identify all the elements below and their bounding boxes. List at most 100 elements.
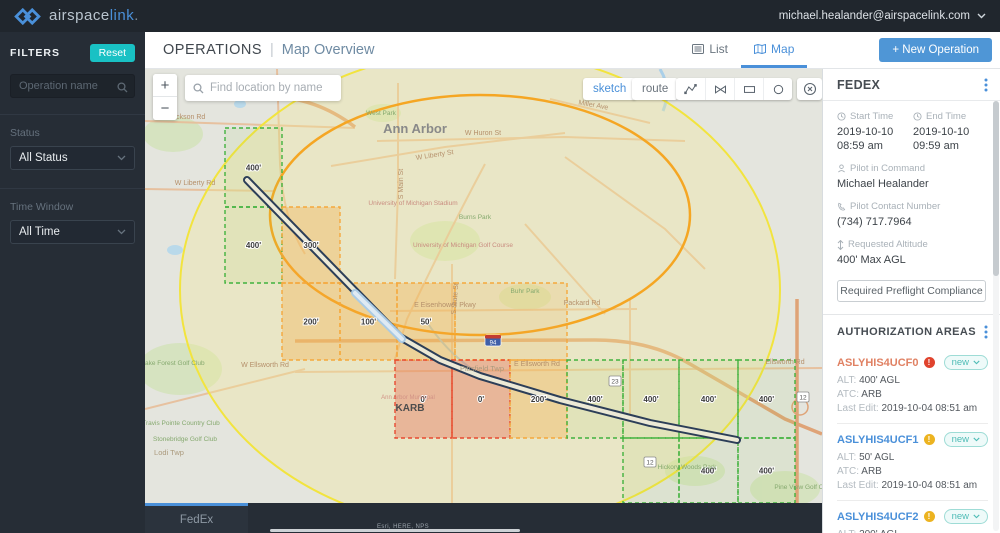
alt-label: ALT: bbox=[837, 452, 856, 463]
last-edit-label: Last Edit: bbox=[837, 480, 879, 491]
filters-sidebar: FILTERS Reset Status All Status Time Win… bbox=[0, 32, 145, 533]
altitude-field: Requested Altitude 400' Max AGL bbox=[837, 239, 986, 267]
page-title: OPERATIONS | Map Overview bbox=[145, 32, 374, 68]
map-label: W Huron St bbox=[465, 130, 501, 137]
zone-altitude-label: 400' bbox=[643, 395, 658, 404]
app-header: airspacelink. michael.healander@airspace… bbox=[0, 0, 1000, 32]
new-operation-button[interactable]: + New Operation bbox=[879, 38, 992, 62]
pilot-contact-number: (734) 717.7964 bbox=[837, 215, 986, 229]
contact-field: Pilot Contact Number (734) 717.7964 bbox=[837, 201, 986, 229]
app-window: airspacelink. michael.healander@airspace… bbox=[0, 0, 1000, 533]
zone-altitude-label: 400' bbox=[246, 164, 261, 173]
phone-icon bbox=[837, 202, 846, 211]
reset-filters-button[interactable]: Reset bbox=[90, 44, 135, 62]
authorization-status-dropdown[interactable]: new bbox=[944, 355, 988, 370]
find-location-input[interactable] bbox=[210, 82, 330, 94]
circle-x-icon bbox=[803, 82, 817, 96]
operation-name: FEDEX bbox=[837, 78, 880, 92]
status-filter-label: Status bbox=[10, 127, 135, 139]
status-alert-icon: ! bbox=[924, 511, 935, 522]
zone-altitude-label: 400' bbox=[701, 395, 716, 404]
route-shield-number: 12 bbox=[646, 460, 654, 467]
map-label: Pittsfield Twp bbox=[460, 364, 504, 373]
time-window-filter-label: Time Window bbox=[10, 201, 135, 213]
draw-tools-group bbox=[676, 78, 792, 100]
map-label: Ann Arbor bbox=[383, 121, 447, 136]
required-preflight-compliance-button[interactable]: Required Preflight Compliance bbox=[837, 280, 986, 302]
authorization-menu-button[interactable] bbox=[984, 325, 988, 339]
tab-map[interactable]: Map bbox=[741, 32, 807, 68]
zone-altitude-label: 400' bbox=[587, 395, 602, 404]
status-alert-icon: ! bbox=[924, 434, 935, 445]
logo-text: airspace bbox=[49, 7, 110, 24]
authorization-areas-title: AUTHORIZATION AREAS bbox=[837, 326, 976, 338]
authorization-status-dropdown[interactable]: new bbox=[944, 432, 988, 447]
route-tool-button[interactable]: route bbox=[632, 78, 678, 100]
clear-drawing-button[interactable] bbox=[797, 78, 822, 100]
map-icon bbox=[754, 44, 766, 54]
zone-altitude-label: 300' bbox=[303, 241, 318, 250]
map-canvas[interactable]: 94231212400'400'300'200'100'50'0'0'200'4… bbox=[145, 69, 822, 503]
operation-menu-button[interactable] bbox=[984, 78, 988, 92]
tab-fedex-operation[interactable]: FedEx bbox=[145, 503, 248, 533]
zone-altitude-label: 200' bbox=[303, 318, 318, 327]
panel-scrollbar-thumb[interactable] bbox=[993, 101, 999, 276]
start-time-field: Start Time 2019-10-10 08:59 am bbox=[837, 111, 913, 153]
zone-altitude-label: 100' bbox=[361, 318, 376, 327]
map-attribution: Esri, HERE, NPS bbox=[377, 524, 429, 530]
end-time-field: End Time 2019-10-10 09:59 am bbox=[913, 111, 986, 153]
map-label: Travis Pointe Country Club bbox=[145, 420, 220, 427]
authorization-area-id[interactable]: ASLYHIS4UCF0 bbox=[837, 357, 919, 369]
clock-icon bbox=[837, 112, 846, 121]
zone-altitude-label: 400' bbox=[759, 395, 774, 404]
find-location-box bbox=[185, 75, 341, 101]
start-time: 08:59 am bbox=[837, 139, 913, 153]
map-label: Packard Rd bbox=[564, 300, 601, 307]
airspacelink-logo-icon bbox=[14, 8, 41, 25]
end-time: 09:59 am bbox=[913, 139, 986, 153]
zone-altitude-label: 50' bbox=[421, 318, 432, 327]
map-label: S Main St bbox=[398, 169, 405, 199]
end-date: 2019-10-10 bbox=[913, 125, 986, 139]
chevron-down-icon bbox=[117, 155, 126, 161]
map-label: W Ellsworth Rd bbox=[241, 362, 289, 369]
alt-label: ALT: bbox=[837, 375, 856, 386]
authorization-area-id[interactable]: ASLYHIS4UCF1 bbox=[837, 434, 919, 446]
sketch-tool-button[interactable]: sketch bbox=[583, 78, 636, 100]
alt-value: 400' AGL bbox=[859, 375, 900, 386]
start-date: 2019-10-10 bbox=[837, 125, 913, 139]
authorization-area-id[interactable]: ASLYHIS4UCF2 bbox=[837, 511, 919, 523]
draw-circle-tool[interactable] bbox=[763, 78, 792, 100]
time-window-dropdown[interactable]: All Time bbox=[10, 220, 135, 244]
divider bbox=[0, 114, 145, 115]
list-icon bbox=[692, 44, 704, 54]
user-menu[interactable]: michael.healander@airspacelink.com bbox=[779, 10, 986, 22]
draw-polygon-tool[interactable] bbox=[705, 78, 734, 100]
chevron-down-icon bbox=[117, 229, 126, 235]
status-alert-icon: ! bbox=[924, 357, 935, 368]
authorization-list: ASLYHIS4UCF0 ! new ALT: 400' AGL ATC: AR… bbox=[823, 347, 1000, 533]
map-label: West Park bbox=[366, 110, 397, 117]
status-filter-dropdown[interactable]: All Status bbox=[10, 146, 135, 170]
authorization-status-dropdown[interactable]: new bbox=[944, 509, 988, 524]
filters-title: FILTERS bbox=[10, 47, 60, 59]
zoom-in-button[interactable]: + bbox=[153, 74, 177, 97]
panel-scrollbar[interactable] bbox=[993, 101, 999, 531]
map-label: Hickory Woods Park bbox=[658, 464, 718, 471]
page-toolbar: OPERATIONS | Map Overview List Map + bbox=[145, 32, 1000, 69]
chevron-down-icon bbox=[973, 360, 980, 365]
alt-value: 50' AGL bbox=[859, 452, 894, 463]
chevron-down-icon bbox=[977, 13, 986, 19]
zoom-out-button[interactable]: − bbox=[153, 97, 177, 120]
map-label: E Eisenhower Pkwy bbox=[414, 302, 476, 309]
person-icon bbox=[837, 164, 846, 173]
map-label: Lodi Twp bbox=[154, 448, 184, 457]
map-label: University of Michigan Stadium bbox=[368, 200, 457, 207]
atc-value: ARB bbox=[861, 466, 882, 477]
draw-rectangle-tool[interactable] bbox=[734, 78, 763, 100]
zone-altitude-label: 400' bbox=[246, 241, 261, 250]
draw-polyline-tool[interactable] bbox=[676, 78, 705, 100]
search-icon bbox=[193, 83, 204, 94]
tab-list[interactable]: List bbox=[679, 32, 741, 68]
authorization-area-item: ASLYHIS4UCF1 ! new ALT: 50' AGL ATC: ARB… bbox=[837, 423, 988, 500]
